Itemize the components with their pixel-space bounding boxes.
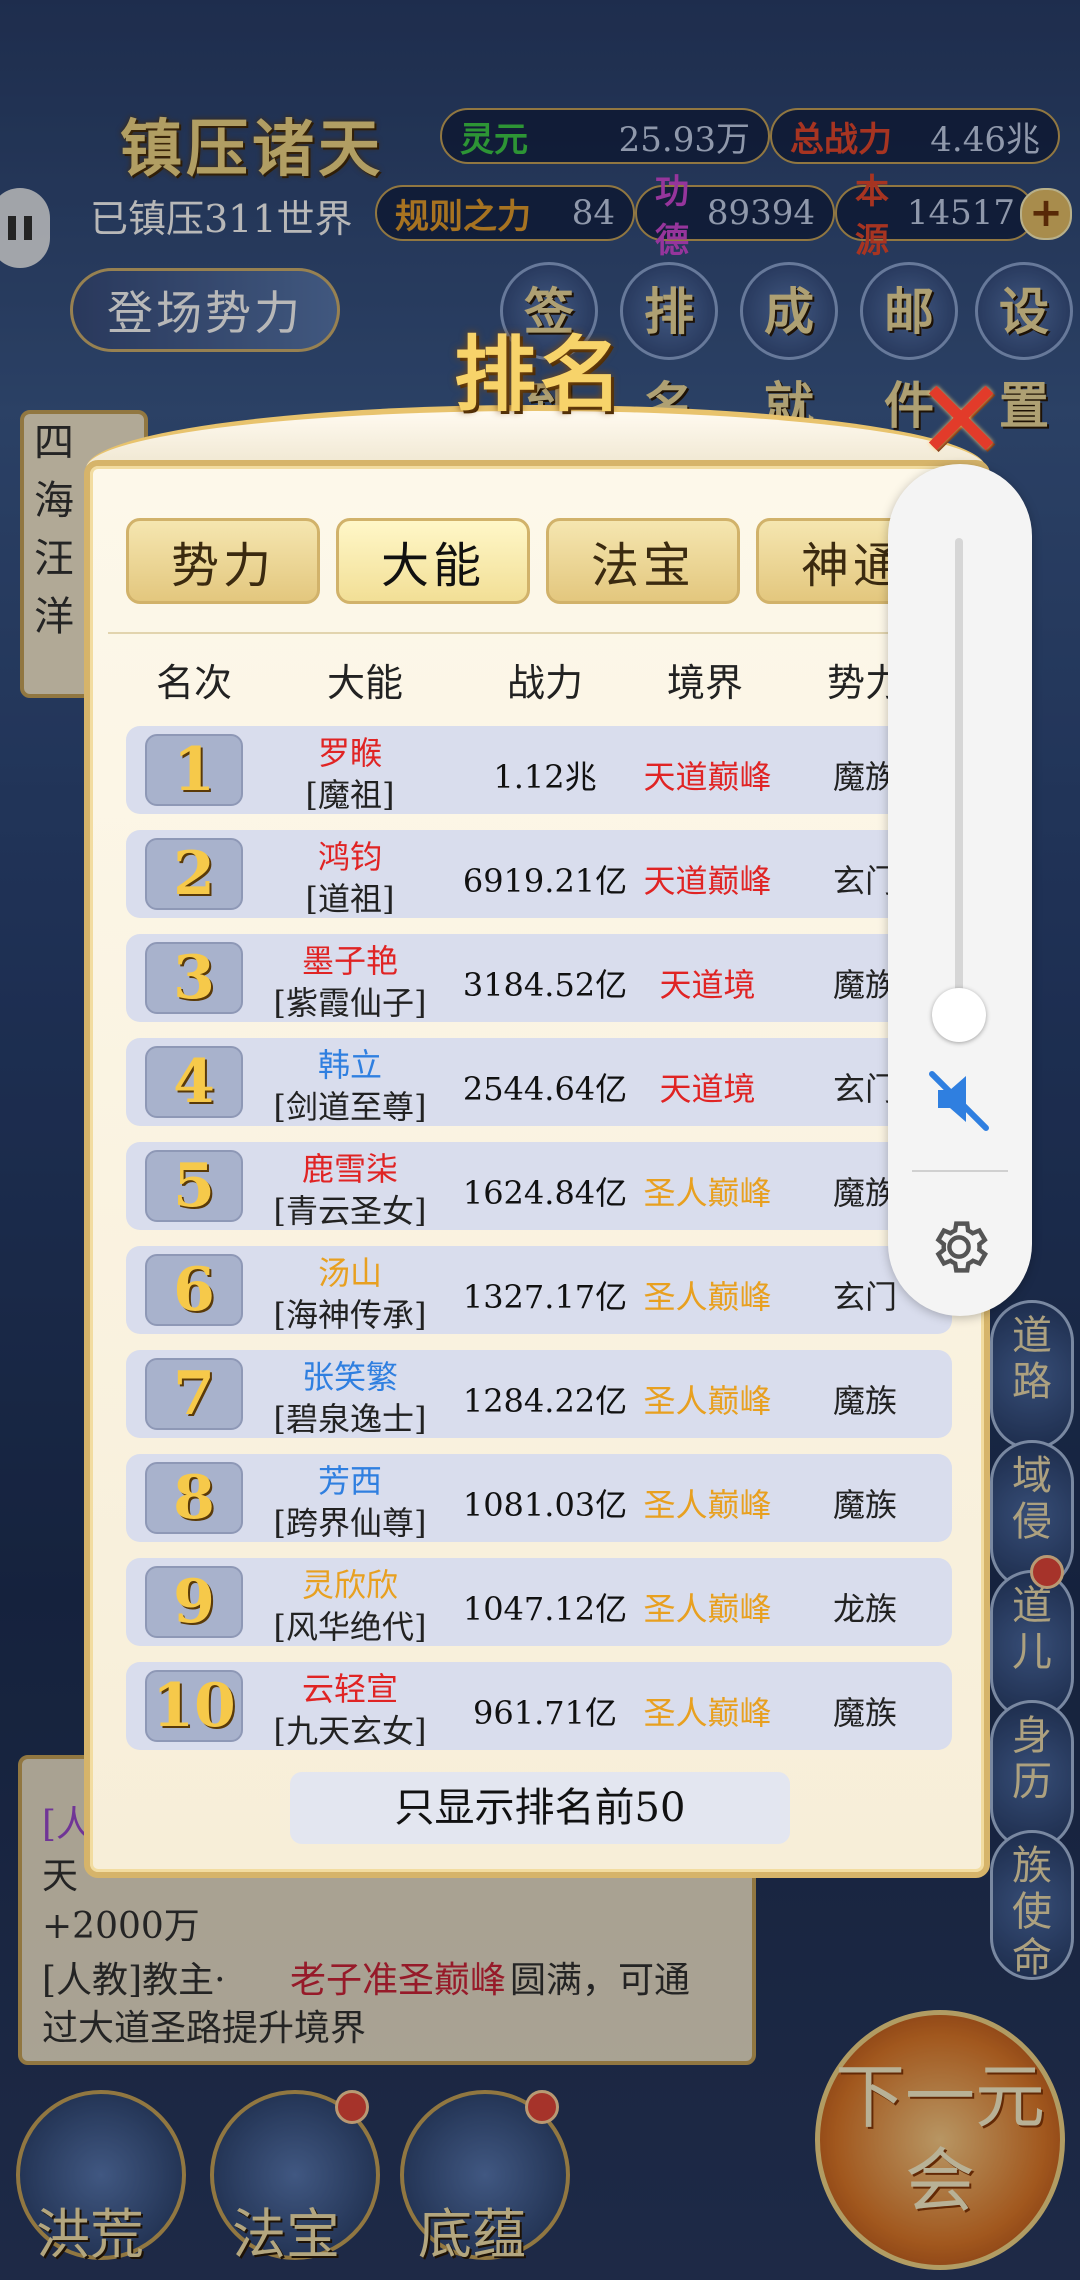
character-name: 鹿雪柒 [301, 1150, 398, 1188]
combat-power: 1284.22亿 [462, 1382, 628, 1420]
character-name: 灵欣欣 [301, 1566, 398, 1604]
faction-name: 魔族 [832, 1382, 897, 1420]
volume-slider-track[interactable] [955, 538, 963, 1018]
character-name: 韩立 [317, 1046, 382, 1084]
rank-badge: 3 [145, 942, 243, 1014]
combat-power: 961.71亿 [473, 1694, 617, 1732]
column-header-power: 战力 [506, 661, 583, 705]
cultivation-realm: 圣人巅峰 [643, 1174, 772, 1212]
rank-badge: 9 [145, 1566, 243, 1638]
column-header-name: 大能 [326, 661, 403, 705]
rank-badge: 4 [145, 1046, 243, 1118]
combat-power: 1624.84亿 [462, 1174, 628, 1212]
character-title: [魔祖] [305, 776, 395, 814]
rank-badge: 7 [145, 1358, 243, 1430]
tab-great-powers[interactable]: 大能 [336, 518, 530, 604]
column-header-realm: 境界 [666, 661, 743, 705]
cultivation-realm: 圣人巅峰 [643, 1590, 772, 1628]
character-name: 汤山 [317, 1254, 382, 1292]
character-title: [风华绝代] [273, 1608, 427, 1646]
character-name: 芳西 [317, 1462, 382, 1500]
cultivation-realm: 天道境 [659, 1070, 756, 1108]
combat-power: 1.12兆 [493, 758, 597, 796]
character-title: [道祖] [305, 880, 395, 918]
combat-power: 2544.64亿 [462, 1070, 628, 1108]
cultivation-realm: 天道巅峰 [643, 758, 772, 796]
character-title: [海神传承] [273, 1296, 427, 1334]
close-icon[interactable]: ✕ [915, 365, 1007, 475]
character-name: 张笑繁 [301, 1358, 398, 1396]
rank-badge: 8 [145, 1462, 243, 1534]
cultivation-realm: 天道境 [659, 966, 756, 1004]
tab-treasures[interactable]: 法宝 [546, 518, 740, 604]
volume-muted-icon[interactable] [924, 1064, 994, 1134]
volume-slider-handle[interactable] [932, 988, 986, 1042]
character-title: [九天玄女] [273, 1712, 427, 1750]
character-name: 鸿钧 [317, 838, 382, 876]
cultivation-realm: 圣人巅峰 [643, 1486, 772, 1524]
character-name: 罗睺 [317, 734, 382, 772]
rank-badge: 5 [145, 1150, 243, 1222]
tab-forces[interactable]: 势力 [126, 518, 320, 604]
character-title: [碧泉逸士] [273, 1400, 427, 1438]
gear-icon[interactable] [926, 1214, 992, 1280]
ranking-limit-note: 只显示排名前50 [290, 1772, 790, 1844]
rank-badge: 1 [145, 734, 243, 806]
character-title: [紫霞仙子] [273, 984, 427, 1022]
rank-badge: 6 [145, 1254, 243, 1326]
cultivation-realm: 圣人巅峰 [643, 1694, 772, 1732]
volume-divider [912, 1170, 1008, 1172]
character-name: 墨子艳 [301, 942, 398, 980]
modal-title: 排名 [453, 327, 626, 423]
character-name: 云轻宣 [301, 1670, 398, 1708]
rank-badge: 2 [145, 838, 243, 910]
combat-power: 3184.52亿 [462, 966, 628, 1004]
combat-power: 1047.12亿 [462, 1590, 628, 1628]
cultivation-realm: 圣人巅峰 [643, 1278, 772, 1316]
combat-power: 6919.21亿 [462, 862, 628, 900]
combat-power: 1081.03亿 [462, 1486, 628, 1524]
column-header-rank: 名次 [155, 661, 232, 705]
character-title: [跨界仙尊] [273, 1504, 427, 1542]
character-title: [青云圣女] [273, 1192, 427, 1230]
faction-name: 龙族 [832, 1590, 897, 1628]
divider [108, 632, 970, 634]
faction-name: 魔族 [832, 1694, 897, 1732]
combat-power: 1327.17亿 [462, 1278, 628, 1316]
cultivation-realm: 圣人巅峰 [643, 1382, 772, 1420]
faction-name: 魔族 [832, 1486, 897, 1524]
rank-badge: 10 [145, 1670, 243, 1742]
character-title: [剑道至尊] [273, 1088, 427, 1126]
cultivation-realm: 天道巅峰 [643, 862, 772, 900]
